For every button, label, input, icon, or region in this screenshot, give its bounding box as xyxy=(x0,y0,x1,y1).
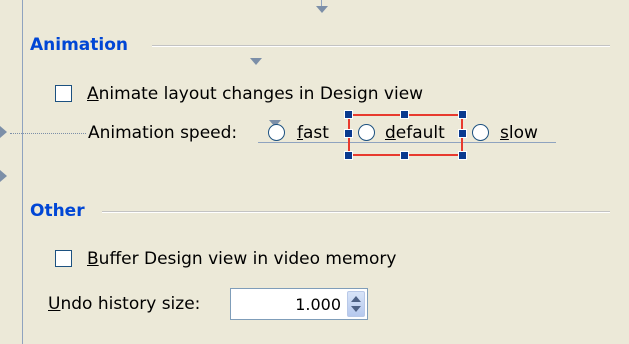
speed-slow-rest: low xyxy=(508,123,538,143)
animate-layout-mnemonic: A xyxy=(87,84,99,104)
row-anchor-icon xyxy=(0,126,7,138)
resize-handle-s[interactable] xyxy=(400,151,409,160)
animate-layout-checkbox[interactable] xyxy=(55,85,72,102)
speed-slow-radio[interactable] xyxy=(472,124,489,141)
resize-handle-ne[interactable] xyxy=(458,110,467,119)
buffer-design-label[interactable]: Buffer Design view in video memory xyxy=(87,249,396,269)
resize-handle-e[interactable] xyxy=(458,129,467,138)
resize-handle-sw[interactable] xyxy=(344,151,353,160)
options-panel: { "animation_section": { "title": "Anima… xyxy=(0,0,629,344)
resize-handle-n[interactable] xyxy=(400,110,409,119)
speed-default-radio[interactable] xyxy=(358,124,375,141)
animation-speed-label: Animation speed: xyxy=(88,123,238,143)
speed-fast-rest: ast xyxy=(303,123,329,143)
spin-up-arrow-icon[interactable] xyxy=(351,296,361,302)
resize-handle-nw[interactable] xyxy=(344,110,353,119)
animate-layout-label[interactable]: Animate layout changes in Design view xyxy=(87,84,423,104)
speed-default-mnemonic: d xyxy=(385,123,396,143)
undo-history-label-rest: ndo history size: xyxy=(60,294,201,314)
undo-history-spinner[interactable]: 1.000 xyxy=(230,288,368,320)
resize-handle-se[interactable] xyxy=(458,151,467,160)
animation-section-divider xyxy=(152,45,610,47)
speed-fast-radio[interactable] xyxy=(268,124,285,141)
buffer-design-mnemonic: B xyxy=(87,249,99,269)
animation-section-title: Animation xyxy=(30,35,129,55)
buffer-design-checkbox[interactable] xyxy=(55,250,72,267)
animate-layout-label-rest: nimate layout changes in Design view xyxy=(98,84,424,104)
left-anchor-icon xyxy=(0,170,7,182)
spin-down-arrow-icon[interactable] xyxy=(351,306,361,312)
resize-handle-w[interactable] xyxy=(344,129,353,138)
buffer-design-label-rest: uffer Design view in video memory xyxy=(98,249,397,269)
other-section-title: Other xyxy=(30,201,85,221)
speed-leader-line xyxy=(10,133,86,134)
undo-history-label: Undo history size: xyxy=(48,294,200,314)
undo-history-mnemonic: U xyxy=(48,294,61,314)
vertical-guide-left xyxy=(22,0,23,344)
other-section-divider xyxy=(102,211,610,213)
anchor-marker-icon xyxy=(250,58,262,65)
undo-history-value[interactable]: 1.000 xyxy=(295,289,341,321)
speed-fast-label[interactable]: fast xyxy=(297,123,329,143)
speed-slow-label[interactable]: slow xyxy=(500,123,538,143)
speed-slow-mnemonic: s xyxy=(500,123,509,143)
speed-default-rest: efault xyxy=(395,123,445,143)
spinner-buttons[interactable] xyxy=(347,291,365,317)
speed-default-label[interactable]: default xyxy=(385,123,445,143)
top-anchor-icon xyxy=(316,6,328,13)
